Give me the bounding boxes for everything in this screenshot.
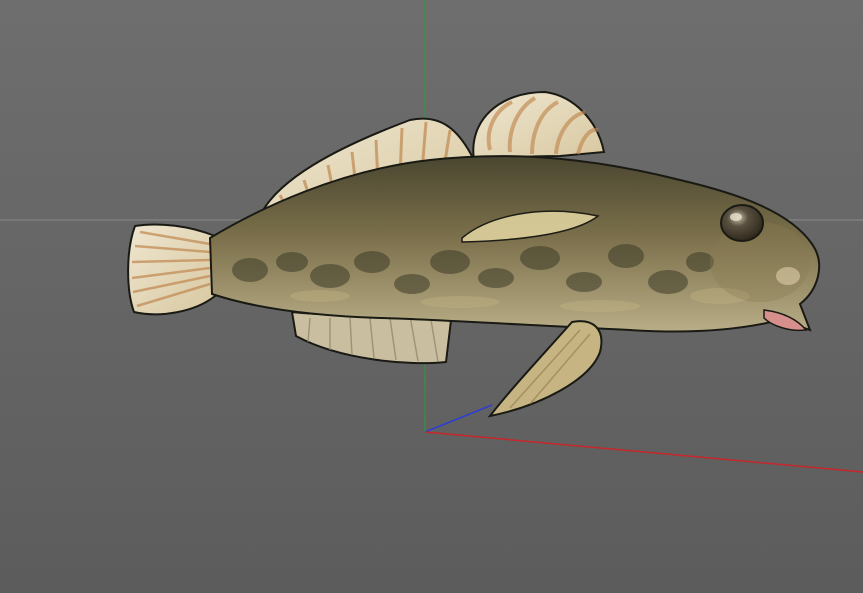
snout-highlight <box>776 267 800 285</box>
3d-viewport[interactable] <box>0 0 863 593</box>
fish-eye <box>720 204 764 242</box>
viewport-canvas[interactable] <box>0 0 863 593</box>
